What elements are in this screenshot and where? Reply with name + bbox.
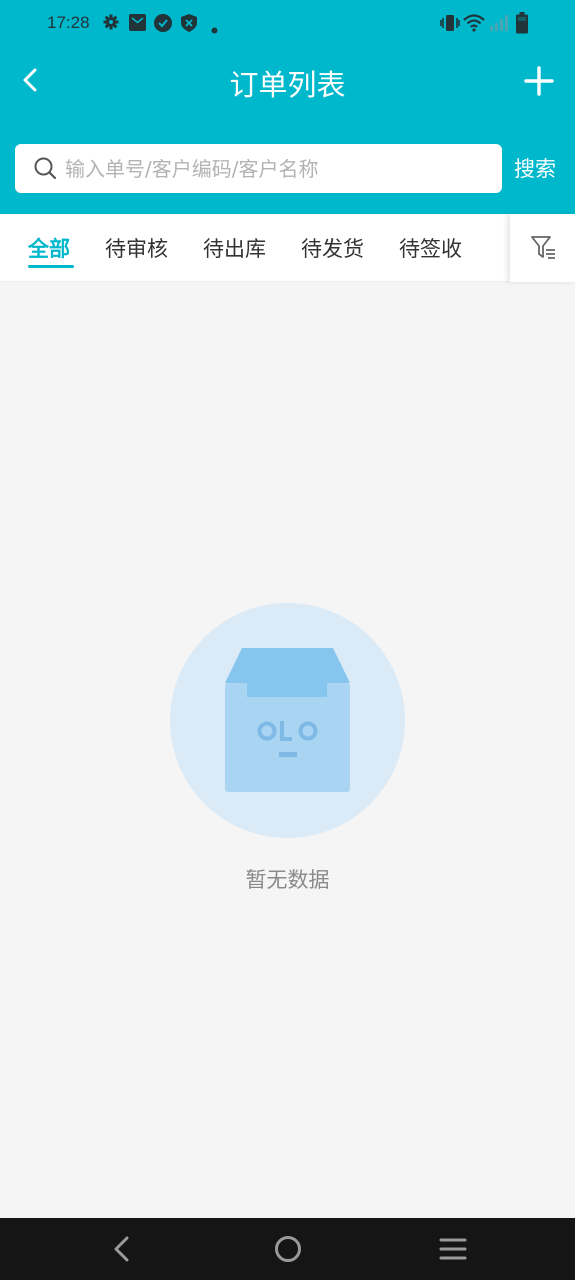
search-icon — [33, 156, 57, 180]
empty-state-illustration — [170, 603, 405, 838]
check-shield-icon — [154, 14, 172, 36]
tab-pending-outbound[interactable]: 待出库 — [203, 233, 266, 263]
add-order-button[interactable] — [520, 62, 558, 100]
filter-button[interactable] — [510, 214, 575, 282]
tab-all[interactable]: 全部 — [28, 233, 70, 263]
status-bar: 17:28 — [0, 0, 575, 48]
vibrate-icon — [440, 14, 460, 36]
empty-box-icon — [170, 603, 405, 838]
tab-pending-receipt[interactable]: 待签收 — [399, 233, 462, 263]
shield-x-icon — [181, 14, 197, 36]
signal-icon — [489, 14, 509, 36]
settings-icon — [103, 14, 119, 34]
status-time: 17:28 — [47, 13, 90, 32]
dot-icon — [211, 19, 218, 38]
page-title: 订单列表 — [229, 68, 346, 102]
tab-pending-shipment[interactable]: 待发货 — [301, 233, 364, 263]
plus-icon — [524, 66, 554, 96]
home-icon[interactable] — [273, 1234, 303, 1268]
search-button[interactable]: 搜索 — [514, 153, 556, 183]
active-tab-indicator — [28, 265, 74, 268]
tab-pending-review[interactable]: 待审核 — [105, 233, 168, 263]
battery-icon — [516, 12, 528, 38]
nav-bar: 订单列表 — [0, 50, 575, 110]
system-nav-bar — [0, 1218, 575, 1280]
status-tabs: 全部 待审核 待出库 待发货 待签收 — [0, 214, 575, 282]
search-box — [15, 144, 502, 193]
app-header: 17:28 订单列表 输入单号/客户编码/客户名称 搜索 — [0, 0, 575, 214]
mail-icon — [129, 14, 146, 35]
menu-icon[interactable] — [439, 1234, 467, 1268]
search-input[interactable] — [65, 144, 485, 193]
filter-list-icon — [531, 236, 555, 259]
wifi-icon — [463, 14, 485, 36]
back-icon[interactable] — [109, 1234, 135, 1268]
empty-state-text: 暂无数据 — [245, 868, 330, 892]
